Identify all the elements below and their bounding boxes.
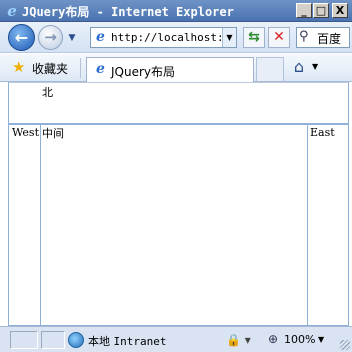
home-dropdown-icon[interactable]: ▼ (312, 62, 318, 71)
home-icon[interactable]: ⌂ (288, 56, 310, 78)
new-tab-button[interactable] (256, 57, 284, 81)
search-icon[interactable]: ⚲ (299, 29, 309, 44)
center-label: 中间 (42, 127, 64, 140)
lock-icon[interactable]: 🔒 ▾ (226, 332, 260, 349)
maximize-button[interactable]: □ (313, 3, 329, 18)
window-title: JQuery布局 - Internet Explorer (22, 5, 234, 19)
security-zone[interactable]: 本地 Intranet (88, 333, 166, 349)
center-region: 中间 (40, 124, 308, 326)
zoom-level[interactable]: 100% (284, 333, 315, 346)
address-input[interactable]: http://localhost:7 (111, 31, 221, 44)
status-panel (41, 331, 65, 349)
window-left-edge (0, 82, 8, 326)
zone-en-label: Intranet (113, 335, 167, 348)
refresh-icon[interactable]: ⇆ (243, 27, 265, 48)
page-content: 北 West 中间 East (8, 82, 349, 326)
tab-jquery-layout[interactable]: e JQuery布局 (86, 57, 254, 82)
search-input[interactable]: 百度 (317, 30, 341, 47)
navigation-bar: ← → ▼ e http://localhost:7 ▼ ⇆ ✕ ⚲ 百度 (0, 22, 352, 53)
toolbar-separator (80, 58, 81, 78)
forward-arrow-icon[interactable]: → (38, 25, 63, 50)
zoom-icon[interactable]: ⊕ (268, 332, 278, 346)
stop-icon[interactable]: ✕ (268, 27, 290, 48)
status-bar: 本地 Intranet 🔒 ▾ ⊕ 100% ▼ (0, 326, 352, 352)
favorites-bar: ★ 收藏夹 e JQuery布局 ⌂ ▼ (0, 54, 352, 82)
favorites-button[interactable]: 收藏夹 (32, 60, 68, 77)
east-label: East (310, 126, 335, 139)
ie-tab-icon: e (96, 61, 105, 77)
ie-page-icon: e (96, 29, 105, 45)
star-icon[interactable]: ★ (12, 59, 25, 75)
resize-grip[interactable] (340, 340, 350, 350)
ie-icon: e (7, 2, 17, 20)
globe-icon (68, 332, 84, 348)
address-dropdown-icon[interactable]: ▼ (222, 28, 236, 47)
east-region: East (307, 124, 349, 326)
zoom-dropdown-icon[interactable]: ▼ (318, 335, 324, 344)
zone-cn-label: 本地 (88, 335, 110, 348)
west-region: West (8, 124, 41, 326)
history-dropdown-icon[interactable]: ▼ (66, 32, 78, 44)
tab-label: JQuery布局 (111, 65, 176, 79)
close-button[interactable]: X (332, 3, 348, 18)
search-box[interactable]: ⚲ 百度 (296, 27, 350, 48)
west-label: West (12, 126, 39, 139)
back-arrow-icon[interactable]: ← (8, 24, 35, 51)
window-titlebar[interactable]: e JQuery布局 - Internet Explorer _ □ X (0, 0, 352, 22)
status-panel (10, 331, 38, 349)
north-region: 北 (8, 82, 349, 124)
north-label: 北 (42, 86, 53, 99)
minimize-button[interactable]: _ (296, 3, 312, 18)
address-bar[interactable]: e http://localhost:7 ▼ (90, 27, 237, 48)
